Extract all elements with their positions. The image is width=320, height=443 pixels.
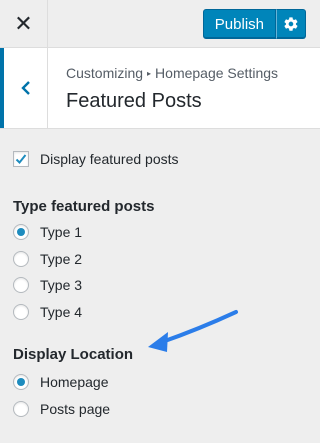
radio-label: Homepage [40,374,109,390]
publish-button[interactable]: Publish [202,9,276,39]
arrow-pointer-icon [148,310,238,352]
breadcrumb: Customizing ▸ Homepage Settings [66,65,278,81]
radio-button[interactable] [13,224,29,240]
display-featured-checkbox[interactable]: Display featured posts [13,151,179,167]
radio-type-1[interactable]: Type 1 [13,224,82,240]
radio-selected-dot [17,378,25,386]
radio-button[interactable] [13,374,29,390]
radio-label: Type 1 [40,224,83,240]
radio-type-2[interactable]: Type 2 [13,251,82,267]
radio-button[interactable] [13,251,29,267]
breadcrumb-separator: ▸ [147,69,152,78]
radio-label: Posts page [40,401,111,417]
back-button[interactable] [0,48,48,128]
radio-label: Type 2 [40,251,83,267]
page-title: Featured Posts [66,90,202,112]
section-header: Customizing ▸ Homepage Settings Featured P… [0,48,320,129]
radio-button[interactable] [13,277,29,293]
checkbox-label: Display featured posts [40,151,179,167]
radio-label: Type 4 [40,304,83,320]
customizer-topbar: ✕ Publish [0,0,320,48]
radio-type-4[interactable]: Type 4 [13,304,82,320]
radio-button[interactable] [13,401,29,417]
checkbox[interactable] [13,151,29,167]
checkmark-icon [15,154,27,164]
radio-posts-page[interactable]: Posts page [13,401,110,417]
close-icon[interactable]: ✕ [0,0,48,47]
radio-selected-dot [17,228,25,236]
radio-label: Type 3 [40,277,83,293]
gear-icon [284,17,298,31]
type-featured-title: Type featured posts [13,198,155,215]
breadcrumb-current: Homepage Settings [155,65,279,81]
radio-button[interactable] [13,304,29,320]
radio-homepage[interactable]: Homepage [13,374,109,390]
settings-button[interactable] [276,9,306,39]
publish-group: Publish [202,9,306,39]
radio-type-3[interactable]: Type 3 [13,277,82,293]
breadcrumb-parent: Customizing [66,65,144,81]
display-location-title: Display Location [13,346,134,363]
chevron-left-icon [20,81,30,95]
